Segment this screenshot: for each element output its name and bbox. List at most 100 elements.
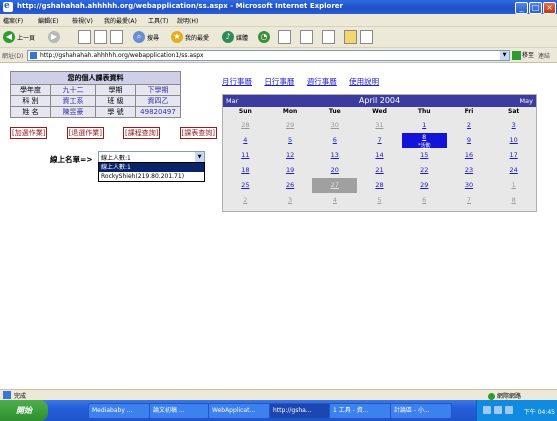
calendar-day[interactable]: 12 — [268, 148, 313, 163]
course-query-button[interactable]: [課程查詢] — [123, 127, 161, 139]
calendar-day[interactable]: 10 — [491, 133, 536, 148]
calendar-day[interactable]: 19 — [268, 163, 313, 178]
tab-daily[interactable]: 日行事曆 — [264, 77, 294, 86]
list-item[interactable]: RockyShieh(219.80.201.71) — [99, 172, 204, 181]
stop-button[interactable] — [78, 30, 91, 44]
calendar-day[interactable]: 24 — [491, 163, 536, 178]
menu-file[interactable]: 檔案(F) — [3, 16, 23, 25]
search-button[interactable]: ⌕ 搜尋 — [133, 30, 159, 44]
calendar-day[interactable]: 4 — [312, 193, 357, 208]
calendar-day[interactable]: 1 — [402, 118, 447, 133]
calendar-day[interactable]: 15 — [402, 148, 447, 163]
calendar-day[interactable]: 6 — [402, 193, 447, 208]
menu-edit[interactable]: 編輯(E) — [38, 16, 58, 25]
calendar-day[interactable]: 14 — [357, 148, 402, 163]
minimize-button[interactable]: _ — [515, 2, 528, 14]
maximize-button[interactable]: □ — [529, 2, 542, 14]
taskbar-item[interactable]: 1 工具 - 資... — [329, 403, 391, 419]
history-button[interactable]: ◔ — [258, 30, 272, 44]
tab-weekly[interactable]: 週行事曆 — [307, 77, 337, 86]
security-zone: 網際網路 — [488, 391, 521, 400]
start-button[interactable]: 開始 — [0, 400, 48, 421]
taskbar-item[interactable]: Mediababy ... — [88, 403, 150, 419]
calendar-day[interactable]: 1 — [491, 178, 536, 193]
calendar-day[interactable]: 29 — [268, 118, 313, 133]
favorites-button[interactable]: ★ 我的最愛 — [171, 30, 209, 44]
next-month-link[interactable]: May — [520, 97, 533, 105]
calendar-day[interactable]: 6 — [312, 133, 357, 148]
calendar-day[interactable]: 28 — [357, 178, 402, 193]
calendar-day[interactable]: 30 — [312, 118, 357, 133]
taskbar-item[interactable]: 論文初稿 ... — [149, 403, 209, 419]
edit-button[interactable] — [322, 30, 335, 44]
list-item[interactable]: 線上人數:1 — [99, 163, 204, 172]
taskbar-item[interactable]: 計論區 - 小... — [390, 403, 452, 419]
calendar-day[interactable]: 3 — [491, 118, 536, 133]
forward-button[interactable]: ▶ — [48, 30, 62, 44]
today-day-number[interactable]: 8 — [422, 133, 426, 141]
taskbar-item-active[interactable]: http://gsha... — [269, 403, 330, 419]
calendar-day[interactable]: 7 — [447, 193, 492, 208]
network-icon[interactable] — [483, 406, 491, 414]
calendar-day[interactable]: 13 — [312, 148, 357, 163]
calendar-day[interactable]: 28 — [223, 118, 268, 133]
calendar-grid: 28 29 30 31 1 2 3 4 5 6 7 8 *活動 9 10 11 1… — [223, 118, 536, 208]
calendar-day-selected[interactable]: 27 — [312, 178, 358, 193]
refresh-button[interactable] — [94, 30, 107, 44]
print-button[interactable] — [300, 30, 313, 44]
calendar-day[interactable]: 4 — [223, 133, 268, 148]
schedule-query-button[interactable]: [課表查詢] — [179, 127, 217, 139]
calendar-day[interactable]: 2 — [223, 193, 268, 208]
calendar-day[interactable]: 9 — [447, 133, 492, 148]
mail-button[interactable] — [278, 30, 291, 44]
close-button[interactable]: × — [543, 2, 556, 14]
clock: 下午 04:45 — [523, 409, 555, 416]
calendar-day[interactable]: 30 — [447, 178, 492, 193]
calendar-day[interactable]: 29 — [402, 178, 447, 193]
calendar-day[interactable]: 2 — [447, 118, 492, 133]
search-label: 搜尋 — [147, 34, 160, 42]
calendar-day[interactable]: 31 — [357, 118, 402, 133]
home-button[interactable] — [110, 30, 123, 44]
calendar-week: 11 12 13 14 15 16 17 — [223, 148, 536, 163]
address-dropdown-icon[interactable]: ▼ — [500, 51, 509, 60]
chevron-down-icon[interactable]: ▼ — [195, 152, 204, 162]
calendar-day[interactable]: 26 — [268, 178, 313, 193]
calendar-day[interactable]: 16 — [447, 148, 492, 163]
add-course-button[interactable]: [加選作業] — [10, 127, 48, 139]
profile-value: 資工系 — [51, 96, 95, 106]
messenger-button[interactable] — [344, 30, 357, 44]
calendar-day[interactable]: 25 — [223, 178, 268, 193]
drop-course-button[interactable]: [退選作業] — [66, 127, 104, 139]
calendar-day[interactable]: 17 — [491, 148, 536, 163]
calendar-day[interactable]: 11 — [223, 148, 268, 163]
calendar-day[interactable]: 22 — [402, 163, 447, 178]
calendar-day[interactable]: 3 — [268, 193, 313, 208]
tab-monthly[interactable]: 月行事曆 — [222, 77, 252, 86]
go-button[interactable]: 移至 — [512, 50, 534, 60]
calendar-day[interactable]: 18 — [223, 163, 268, 178]
menu-help[interactable]: 說明(H) — [177, 16, 198, 25]
back-button[interactable]: ◀ 上一頁 — [3, 30, 35, 44]
media-button[interactable]: ♪ 媒體 — [222, 30, 248, 44]
tab-help[interactable]: 使用說明 — [349, 77, 379, 86]
ime-icon[interactable] — [505, 406, 513, 414]
menu-favorites[interactable]: 我的最愛(A) — [104, 16, 137, 25]
volume-icon[interactable] — [494, 406, 502, 414]
calendar-day[interactable]: 5 — [268, 133, 313, 148]
links-button[interactable]: 連結 — [538, 51, 550, 60]
calendar-day[interactable]: 7 — [357, 133, 402, 148]
menu-view[interactable]: 檢視(V) — [72, 16, 93, 25]
calendar-day[interactable]: 5 — [357, 193, 402, 208]
address-input[interactable]: http://gshahahah.ahhhhh.org/webapplicati… — [27, 50, 510, 61]
edit-icon — [322, 30, 335, 44]
calendar-day[interactable]: 20 — [312, 163, 357, 178]
research-button[interactable] — [360, 30, 373, 44]
taskbar-item[interactable]: WebApplicat... — [208, 403, 270, 419]
prev-month-link[interactable]: Mar — [226, 97, 238, 105]
calendar-day[interactable]: 8 — [491, 193, 536, 208]
calendar-day[interactable]: 21 — [357, 163, 402, 178]
calendar-day[interactable]: 23 — [447, 163, 492, 178]
menu-tools[interactable]: 工具(T) — [148, 16, 168, 25]
calendar-day-today[interactable]: 8 *活動 — [401, 133, 447, 149]
